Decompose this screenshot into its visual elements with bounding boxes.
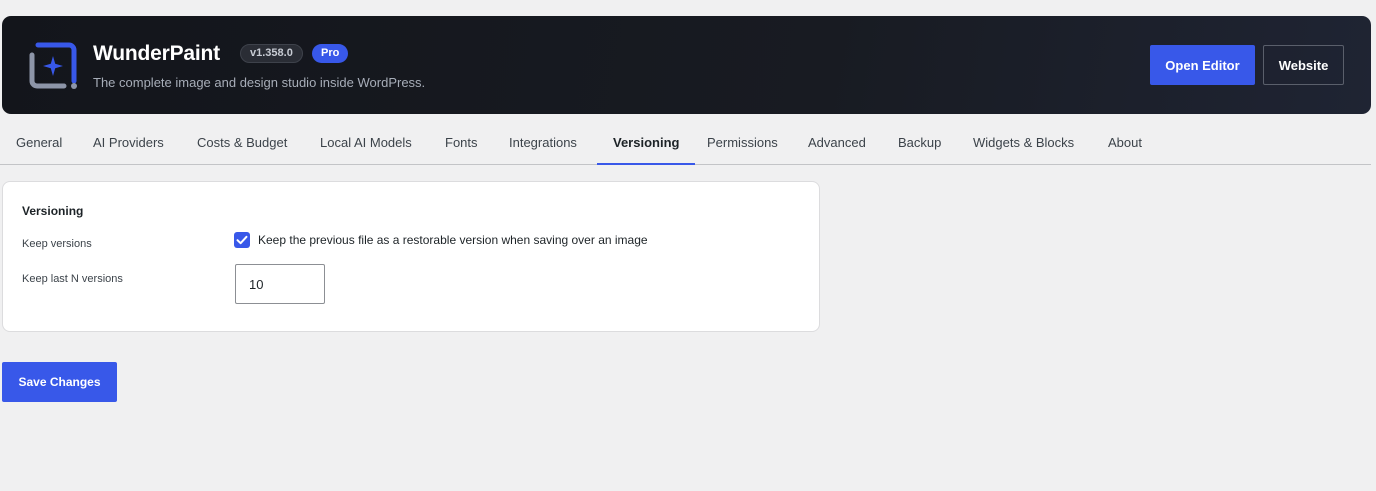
section-title: Versioning (22, 204, 84, 218)
tab-general[interactable]: General (0, 123, 78, 165)
tab-fonts[interactable]: Fonts (429, 123, 494, 165)
keep-versions-checkbox[interactable] (234, 232, 250, 248)
keep-versions-description[interactable]: Keep the previous file as a restorable v… (258, 233, 648, 247)
checkmark-icon (236, 235, 248, 245)
tab-versioning[interactable]: Versioning (597, 123, 696, 165)
tab-costs-budget[interactable]: Costs & Budget (181, 123, 303, 165)
keep-last-label: Keep last N versions (22, 273, 123, 285)
app-header: WunderPaint v1.358.0 Pro The complete im… (2, 16, 1371, 114)
website-button[interactable]: Website (1263, 45, 1344, 85)
versioning-card: Versioning Keep versions Keep the previo… (2, 181, 820, 332)
keep-last-input[interactable] (235, 264, 325, 304)
version-badge: v1.358.0 (240, 44, 303, 63)
tab-advanced[interactable]: Advanced (792, 123, 882, 165)
tab-integrations[interactable]: Integrations (493, 123, 593, 165)
tab-about[interactable]: About (1092, 123, 1158, 165)
open-editor-button[interactable]: Open Editor (1150, 45, 1255, 85)
pro-badge: Pro (312, 44, 349, 63)
settings-tabs: General AI Providers Costs & Budget Loca… (0, 123, 1371, 165)
save-changes-button[interactable]: Save Changes (2, 362, 117, 402)
tab-ai-providers[interactable]: AI Providers (77, 123, 180, 165)
tab-permissions[interactable]: Permissions (691, 123, 794, 165)
keep-versions-label: Keep versions (22, 238, 92, 250)
tab-local-ai-models[interactable]: Local AI Models (304, 123, 428, 165)
tab-widgets-blocks[interactable]: Widgets & Blocks (957, 123, 1090, 165)
tab-backup[interactable]: Backup (882, 123, 957, 165)
sparkle-frame-icon (29, 42, 77, 89)
app-title: WunderPaint (93, 42, 220, 65)
app-subtitle: The complete image and design studio ins… (93, 75, 426, 90)
